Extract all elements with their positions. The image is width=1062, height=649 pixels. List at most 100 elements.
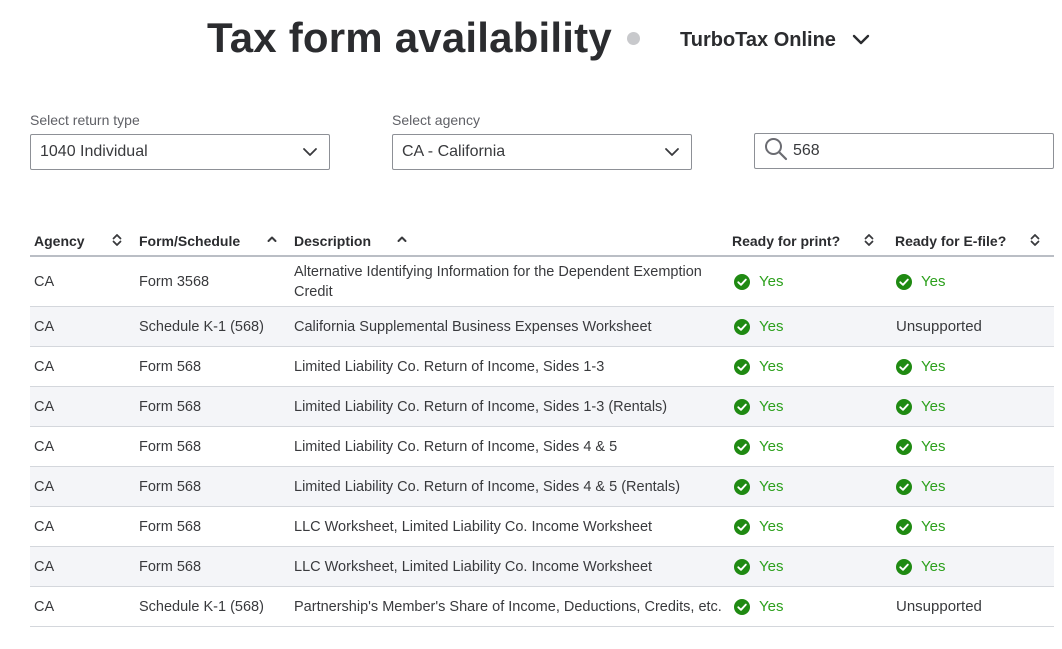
efile-status-text: Yes: [921, 518, 946, 535]
table-row: CA Schedule K-1 (568) Partnership's Member…: [30, 587, 1054, 627]
description-cell: LLC Worksheet, Limited Liability Co. Inc…: [294, 518, 653, 535]
table-row: CA Form 3568 Alternative Identifying Infor…: [30, 257, 1054, 307]
search-icon: [755, 136, 789, 167]
description-cell: Limited Liability Co. Return of Income, …: [294, 358, 605, 375]
print-status-text: Yes: [759, 558, 784, 575]
check-circle-icon: [896, 398, 912, 415]
description-cell: California Supplemental Business Expense…: [294, 318, 652, 335]
agency-label: Select agency: [392, 112, 480, 128]
column-header-agency[interactable]: Agency: [34, 233, 85, 249]
agency-select[interactable]: CA - California: [392, 134, 692, 170]
form-cell: Form 568: [139, 478, 202, 495]
form-cell: Form 568: [139, 518, 202, 535]
print-status: Yes: [734, 438, 783, 455]
print-status-text: Yes: [759, 398, 784, 415]
return-type-select[interactable]: 1040 Individual: [30, 134, 330, 170]
print-cell: Yes: [734, 347, 783, 386]
print-status-text: Yes: [759, 598, 784, 615]
description-cell: Limited Liability Co. Return of Income, …: [294, 398, 668, 415]
agency-cell: CA: [34, 518, 55, 535]
print-cell: Yes: [734, 587, 783, 626]
search-input[interactable]: [793, 142, 1043, 160]
product-dropdown[interactable]: TurboTax Online: [680, 26, 870, 54]
efile-status: Unsupported: [896, 318, 982, 335]
check-circle-icon: [896, 478, 912, 495]
efile-cell: Yes: [896, 347, 945, 386]
description-cell: Limited Liability Co. Return of Income, …: [294, 438, 618, 455]
print-status: Yes: [734, 558, 783, 575]
table-row: CA Form 568 Limited Liability Co. Return o…: [30, 387, 1054, 427]
efile-status-text: Yes: [921, 398, 946, 415]
print-status-text: Yes: [759, 358, 784, 375]
efile-status-text: Yes: [921, 558, 946, 575]
column-header-print[interactable]: Ready for print?: [732, 233, 840, 249]
table-row: CA Form 568 LLC Worksheet, Limited Liabili…: [30, 547, 1054, 587]
sort-both-icon[interactable]: [111, 233, 123, 247]
check-circle-icon: [734, 318, 750, 335]
description-cell: Partnership's Member's Share of Income, …: [294, 598, 722, 615]
form-cell: Form 568: [139, 438, 202, 455]
efile-status: Yes: [896, 358, 945, 375]
product-label: TurboTax Online: [680, 28, 836, 51]
sort-both-icon[interactable]: [1029, 233, 1041, 247]
agency-cell: CA: [34, 318, 55, 335]
form-cell: Form 568: [139, 558, 202, 575]
efile-status: Unsupported: [896, 598, 982, 615]
table-row: CA Form 568 LLC Worksheet, Limited Liabili…: [30, 507, 1054, 547]
efile-status: Yes: [896, 478, 945, 495]
page-title: Tax form availability: [207, 14, 612, 61]
efile-status-text: Yes: [921, 358, 946, 375]
efile-status-text: Unsupported: [896, 598, 982, 615]
check-circle-icon: [896, 518, 912, 535]
efile-cell: Yes: [896, 427, 945, 466]
column-header-description[interactable]: Description: [294, 233, 371, 249]
check-circle-icon: [734, 598, 750, 615]
form-cell: Form 3568: [139, 273, 210, 290]
description-cell: Alternative Identifying Information for …: [294, 263, 702, 300]
check-circle-icon: [734, 398, 750, 415]
print-status: Yes: [734, 273, 783, 290]
print-status-text: Yes: [759, 438, 784, 455]
print-status: Yes: [734, 598, 783, 615]
check-circle-icon: [896, 273, 912, 290]
description-cell: LLC Worksheet, Limited Liability Co. Inc…: [294, 558, 653, 575]
chevron-down-icon: [852, 34, 870, 46]
table-row: CA Form 568 Limited Liability Co. Return o…: [30, 427, 1054, 467]
chevron-down-icon: [302, 144, 318, 160]
efile-cell: Yes: [896, 547, 945, 586]
sort-ascending-icon[interactable]: [266, 233, 278, 247]
column-header-form[interactable]: Form/Schedule: [139, 233, 240, 249]
print-status: Yes: [734, 358, 783, 375]
agency-cell: CA: [34, 598, 55, 615]
table-row: CA Schedule K-1 (568) California Supplemen…: [30, 307, 1054, 347]
search-box[interactable]: [754, 133, 1054, 169]
efile-cell: Unsupported: [896, 587, 982, 626]
print-cell: Yes: [734, 427, 783, 466]
print-status: Yes: [734, 478, 783, 495]
print-status: Yes: [734, 398, 783, 415]
efile-status-text: Unsupported: [896, 318, 982, 335]
efile-status: Yes: [896, 558, 945, 575]
sort-both-icon[interactable]: [863, 233, 875, 247]
print-status-text: Yes: [759, 478, 784, 495]
sort-ascending-icon[interactable]: [396, 233, 408, 247]
efile-cell: Unsupported: [896, 307, 982, 346]
agency-value: CA - California: [402, 143, 506, 160]
agency-cell: CA: [34, 398, 55, 415]
check-circle-icon: [734, 358, 750, 375]
column-header-efile[interactable]: Ready for E-file?: [895, 233, 1006, 249]
check-circle-icon: [896, 558, 912, 575]
agency-cell: CA: [34, 273, 55, 290]
print-cell: Yes: [734, 257, 783, 306]
print-status-text: Yes: [759, 318, 784, 335]
print-status: Yes: [734, 318, 783, 335]
form-cell: Form 568: [139, 398, 202, 415]
efile-cell: Yes: [896, 467, 945, 506]
table-row: CA Form 568 Limited Liability Co. Return o…: [30, 347, 1054, 387]
check-circle-icon: [734, 438, 750, 455]
table-body: CA Form 3568 Alternative Identifying Infor…: [30, 257, 1054, 627]
efile-status: Yes: [896, 518, 945, 535]
print-status: Yes: [734, 518, 783, 535]
form-cell: Schedule K-1 (568): [139, 598, 264, 615]
agency-cell: CA: [34, 478, 55, 495]
